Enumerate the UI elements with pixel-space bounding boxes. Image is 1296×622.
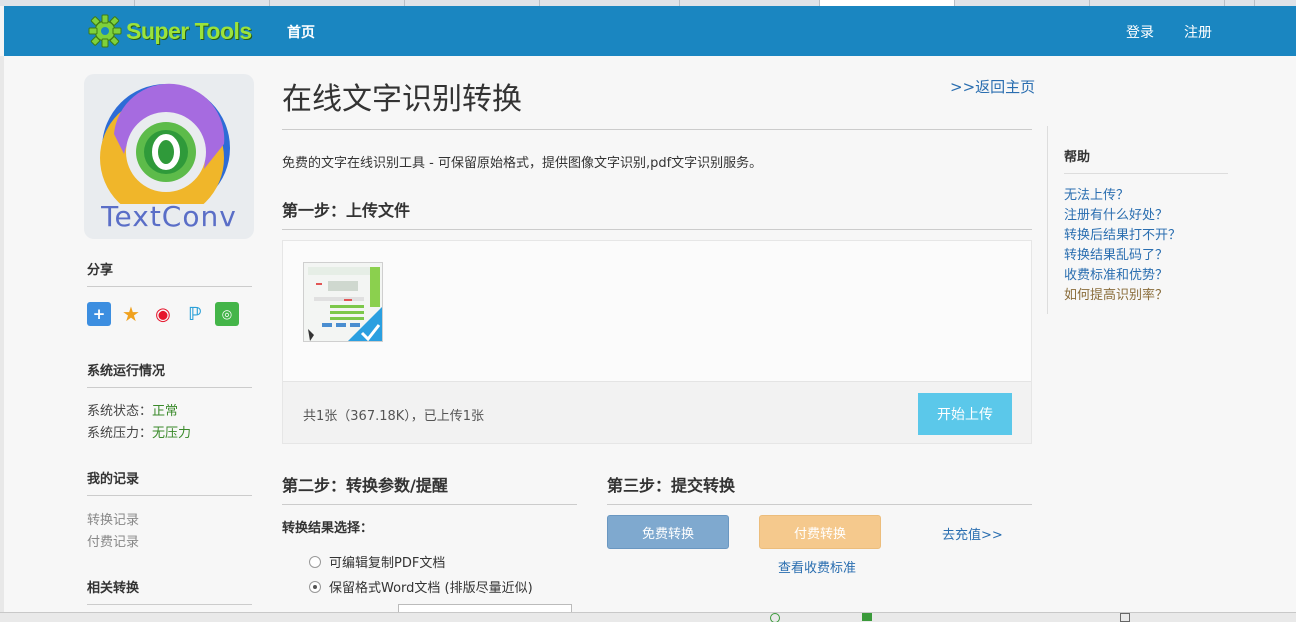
title-divider <box>282 129 1032 130</box>
system-pressure: 系统压力：无压力 <box>87 422 191 441</box>
step3-heading: 第三步：提交转换 <box>607 472 1032 505</box>
page-description: 免费的文字在线识别工具 - 可保留原始格式，提供图像文字识别,pdf文字识别服务… <box>282 156 763 171</box>
nav-home-link[interactable]: 首页 <box>287 22 315 42</box>
start-upload-button[interactable]: 开始上传 <box>918 393 1012 435</box>
help-panel: 帮助 无法上传？ 注册有什么好处？ 转换后结果打不开？ 转换结果乱码了？ 收费标… <box>1047 126 1232 314</box>
paid-convert-button[interactable]: 付费转换 <box>759 515 881 549</box>
option-pdf-label: 可编辑复制PDF文档 <box>329 556 446 571</box>
status-window-icon <box>1120 613 1130 622</box>
system-status: 系统状态：正常 <box>87 400 178 419</box>
page-body: TextConv 分享 + ★ ◉ ℙ ◎ 系统运行情况 系统状态：正常 系统压… <box>4 56 1296 614</box>
tencent-weibo-icon[interactable]: ℙ <box>183 302 207 326</box>
help-link-accuracy[interactable]: 如何提高识别率？ <box>1064 284 1168 303</box>
step1-heading: 第一步：上传文件 <box>282 197 1032 230</box>
help-link-register[interactable]: 注册有什么好处？ <box>1064 204 1168 223</box>
top-navbar: Super Tools 首页 登录 注册 <box>4 6 1296 56</box>
recharge-link[interactable]: 去充值>> <box>942 524 1003 543</box>
fee-standard-link[interactable]: 查看收费标准 <box>778 557 856 576</box>
pressure-value: 无压力 <box>152 426 192 441</box>
status-label: 系统状态： <box>87 404 153 419</box>
status-green-icon <box>862 613 872 621</box>
help-link-cannot-open[interactable]: 转换后结果打不开？ <box>1064 224 1181 243</box>
records-heading: 我的记录 <box>87 468 252 496</box>
weibo-icon[interactable]: ◉ <box>151 302 175 326</box>
payment-records-link[interactable]: 付费记录 <box>87 531 139 550</box>
page-title: 在线文字识别转换 <box>282 82 522 117</box>
help-link-upload[interactable]: 无法上传？ <box>1064 184 1129 203</box>
result-choice-label: 转换结果选择： <box>282 521 374 536</box>
textconv-logo-text: TextConv <box>101 200 237 233</box>
browser-status-bar <box>0 612 1296 622</box>
radio-word[interactable] <box>309 580 321 593</box>
textconv-logo-icon <box>100 83 230 204</box>
status-heading: 系统运行情况 <box>87 360 252 388</box>
wechat-icon[interactable]: ◎ <box>215 302 239 326</box>
thumbnail-preview <box>304 263 382 341</box>
step2-heading: 第二步：转换参数/提醒 <box>282 472 577 505</box>
back-home-link[interactable]: >>返回主页 <box>950 76 1035 97</box>
option-word-label: 保留格式Word文档 (排版尽量近似) <box>329 581 533 596</box>
pressure-label: 系统压力： <box>87 426 153 441</box>
related-heading: 相关转换 <box>87 577 252 605</box>
qzone-icon[interactable]: ★ <box>119 302 143 326</box>
option-word[interactable]: 保留格式Word文档 (排版尽量近似) <box>309 577 533 596</box>
status-circle-icon <box>770 613 780 622</box>
share-icons: + ★ ◉ ℙ ◎ <box>87 302 239 326</box>
conversion-records-link[interactable]: 转换记录 <box>87 509 139 528</box>
help-heading: 帮助 <box>1064 146 1228 174</box>
plus-share-icon[interactable]: + <box>87 302 111 326</box>
option-pdf[interactable]: 可编辑复制PDF文档 <box>309 552 445 571</box>
upload-summary: 共1张（367.18K），已上传1张 <box>303 409 485 424</box>
help-link-pricing[interactable]: 收费标准和优势？ <box>1064 264 1168 283</box>
textconv-logo: TextConv <box>84 74 254 239</box>
nav-login-link[interactable]: 登录 <box>1126 22 1154 42</box>
radio-pdf[interactable] <box>309 555 321 568</box>
gear-icon <box>88 14 122 48</box>
site-logo[interactable]: Super Tools <box>88 14 252 48</box>
logo-text: Super Tools <box>126 17 252 44</box>
share-heading: 分享 <box>87 259 252 287</box>
nav-register-link[interactable]: 注册 <box>1184 22 1212 42</box>
status-value: 正常 <box>152 404 179 419</box>
uploaded-file-thumbnail[interactable] <box>303 262 383 342</box>
help-link-garbled[interactable]: 转换结果乱码了？ <box>1064 244 1168 263</box>
upload-file-list <box>283 241 1031 382</box>
free-convert-button[interactable]: 免费转换 <box>607 515 729 549</box>
upload-area[interactable]: 共1张（367.18K），已上传1张 开始上传 <box>282 240 1032 444</box>
